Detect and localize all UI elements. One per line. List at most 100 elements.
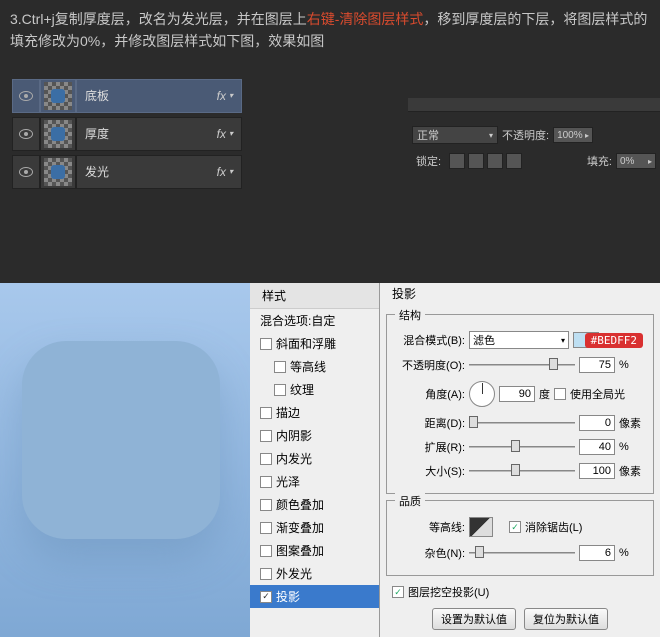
distance-unit: 像素 [619,415,641,431]
opacity-value[interactable]: 100% [553,127,593,143]
instruction-text: 3.Ctrl+j复制厚度层，改名为发光层，并在图层上右键-清除图层样式，移到厚度… [0,0,660,61]
style-checkbox[interactable] [260,453,272,465]
style-checkbox[interactable] [260,476,272,488]
layer-row-0[interactable]: 底板 fx [12,79,242,113]
blend-panel: 正常 不透明度: 100% 锁定: 填充: 0% [408,120,660,180]
antialias-checkbox[interactable]: ✓ [509,521,521,533]
shadow-opacity-label: 不透明度(O): [393,357,465,373]
visibility-toggle[interactable] [12,79,40,113]
style-checkbox[interactable] [260,522,272,534]
contour-picker[interactable] [469,517,493,537]
angle-input[interactable]: 90 [499,386,535,402]
style-label: 渐变叠加 [276,519,324,536]
style-checkbox[interactable] [274,361,286,373]
spread-input[interactable]: 40 [579,439,615,455]
style-checkbox[interactable] [260,338,272,350]
contour-label: 等高线: [393,519,465,535]
reset-default-button[interactable]: 复位为默认值 [524,608,608,630]
style-checkbox[interactable] [274,384,286,396]
lock-all-icon[interactable] [506,153,522,169]
quality-title: 品质 [395,493,425,509]
opacity-slider[interactable] [469,358,575,372]
lock-position-icon[interactable] [487,153,503,169]
blend-mode-select[interactable]: 正常 [412,126,498,144]
spread-slider[interactable] [469,440,575,454]
style-item-4[interactable]: 内阴影 [250,424,379,447]
distance-slider[interactable] [469,416,575,430]
step-text: 3.Ctrl+j复制厚度层，改名为发光层，并在图层上 [10,11,307,27]
set-default-button[interactable]: 设置为默认值 [432,608,516,630]
knockout-checkbox[interactable]: ✓ [392,586,404,598]
size-label: 大小(S): [393,463,465,479]
layer-row-1[interactable]: 厚度 fx [12,117,242,151]
style-item-5[interactable]: 内发光 [250,447,379,470]
fx-icon[interactable]: fx [217,89,233,103]
angle-label: 角度(A): [393,386,465,402]
lock-label: 锁定: [416,153,441,169]
size-input[interactable]: 100 [579,463,615,479]
style-label: 光泽 [276,473,300,490]
ruler [408,98,660,112]
layer-name-cell[interactable]: 发光fx [76,155,242,189]
style-label: 斜面和浮雕 [276,335,336,352]
style-checkbox[interactable] [260,568,272,580]
distance-label: 距离(D): [393,415,465,431]
fx-icon[interactable]: fx [217,127,233,141]
layer-thumb[interactable] [40,79,76,113]
style-item-7[interactable]: 颜色叠加 [250,493,379,516]
lock-pixels-icon[interactable] [468,153,484,169]
layer-row-2[interactable]: 发光fx [12,155,242,189]
style-item-2[interactable]: 纹理 [250,378,379,401]
styles-header[interactable]: 样式 [250,283,379,309]
layer-thumb[interactable] [40,155,76,189]
distance-input[interactable]: 0 [579,415,615,431]
style-checkbox[interactable] [260,430,272,442]
shadow-title: 投影 [392,287,416,301]
noise-unit: % [619,547,629,559]
lock-transparent-icon[interactable] [449,153,465,169]
style-item-9[interactable]: 图案叠加 [250,539,379,562]
spread-label: 扩展(R): [393,439,465,455]
layer-thumb[interactable] [40,117,76,151]
eye-icon [19,129,33,139]
layer-name-text: 厚度 [85,125,109,142]
style-checkbox[interactable] [260,407,272,419]
style-item-8[interactable]: 渐变叠加 [250,516,379,539]
angle-dial[interactable] [469,381,495,407]
lock-icons [449,153,522,169]
style-label: 纹理 [290,381,314,398]
layer-name-cell[interactable]: 底板 fx [76,79,242,113]
global-light-checkbox[interactable] [554,388,566,400]
layer-name-cell[interactable]: 厚度 fx [76,117,242,151]
eye-icon [19,91,33,101]
spread-unit: % [619,441,629,453]
visibility-toggle[interactable] [12,117,40,151]
style-item-1[interactable]: 等高线 [250,355,379,378]
noise-slider[interactable] [469,546,575,560]
style-checkbox[interactable] [260,545,272,557]
style-checkbox[interactable]: ✓ [260,591,272,603]
noise-input[interactable]: 6 [579,545,615,561]
preview-shape [22,341,220,539]
visibility-toggle[interactable] [12,155,40,189]
style-label: 外发光 [276,565,312,582]
layer-name-text: 底板 [85,87,109,104]
fill-value[interactable]: 0% [616,153,656,169]
style-item-10[interactable]: 外发光 [250,562,379,585]
angle-unit: 度 [539,386,550,402]
style-checkbox[interactable] [260,499,272,511]
style-item-3[interactable]: 描边 [250,401,379,424]
structure-group: 结构 #BEDFF2 混合模式(B): 滤色 不透明度(O): 75 % 角度(… [386,314,654,494]
opacity-input[interactable]: 75 [579,357,615,373]
style-item-0[interactable]: 斜面和浮雕 [250,332,379,355]
size-slider[interactable] [469,464,575,478]
blend-options-item[interactable]: 混合选项:自定 [250,309,379,332]
antialias-label: 消除锯齿(L) [525,519,582,535]
style-item-11[interactable]: ✓投影 [250,585,379,608]
style-label: 描边 [276,404,300,421]
style-label: 等高线 [290,358,326,375]
fx-icon[interactable]: fx [217,165,233,179]
shadow-blend-select[interactable]: 滤色 [469,331,569,349]
size-unit: 像素 [619,463,641,479]
style-item-6[interactable]: 光泽 [250,470,379,493]
